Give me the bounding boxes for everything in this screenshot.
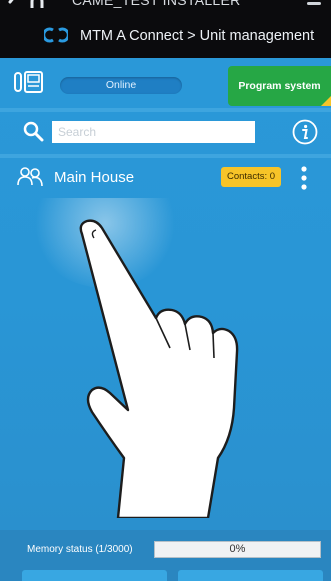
unit-row[interactable]: Main House Contacts: 0 <box>0 158 331 198</box>
app-header: CAME_TEST INSTALLER MTM A Connect > Unit… <box>0 0 331 58</box>
memory-status-row: Memory status (1/3000) 0% <box>0 530 331 581</box>
search-row <box>0 112 331 154</box>
program-system-label: Program system <box>238 80 321 92</box>
user-group-icon <box>17 167 43 187</box>
info-icon[interactable] <box>292 119 318 145</box>
contacts-badge[interactable]: Contacts: 0 <box>221 167 281 187</box>
corner-marker <box>321 96 331 106</box>
back-icon[interactable] <box>6 0 46 14</box>
memory-progress-bar: 0% <box>154 541 321 558</box>
unit-list-area <box>0 198 331 530</box>
menu-icon[interactable] <box>307 2 321 5</box>
program-system-button[interactable]: Program system <box>228 66 331 106</box>
connect-logo-icon <box>44 27 68 43</box>
bottom-tab-right[interactable] <box>178 570 323 581</box>
search-icon <box>23 121 44 142</box>
unit-name: Main House <box>54 169 135 186</box>
bottom-tab-left[interactable] <box>22 570 167 581</box>
unit-management-panel: Online Program system Main House Contact… <box>0 58 331 581</box>
memory-status-label: Memory status (1/3000) <box>27 544 133 555</box>
app-title: CAME_TEST INSTALLER <box>72 0 241 8</box>
status-row: Online Program system <box>0 58 331 110</box>
more-vertical-icon[interactable] <box>298 164 310 192</box>
connection-status: Online <box>60 77 182 94</box>
search-input[interactable] <box>52 121 255 143</box>
memory-progress-value: 0% <box>229 543 246 555</box>
intercom-icon <box>14 71 43 93</box>
pointing-hand-icon <box>79 219 239 518</box>
breadcrumb: MTM A Connect > Unit management <box>80 28 315 44</box>
